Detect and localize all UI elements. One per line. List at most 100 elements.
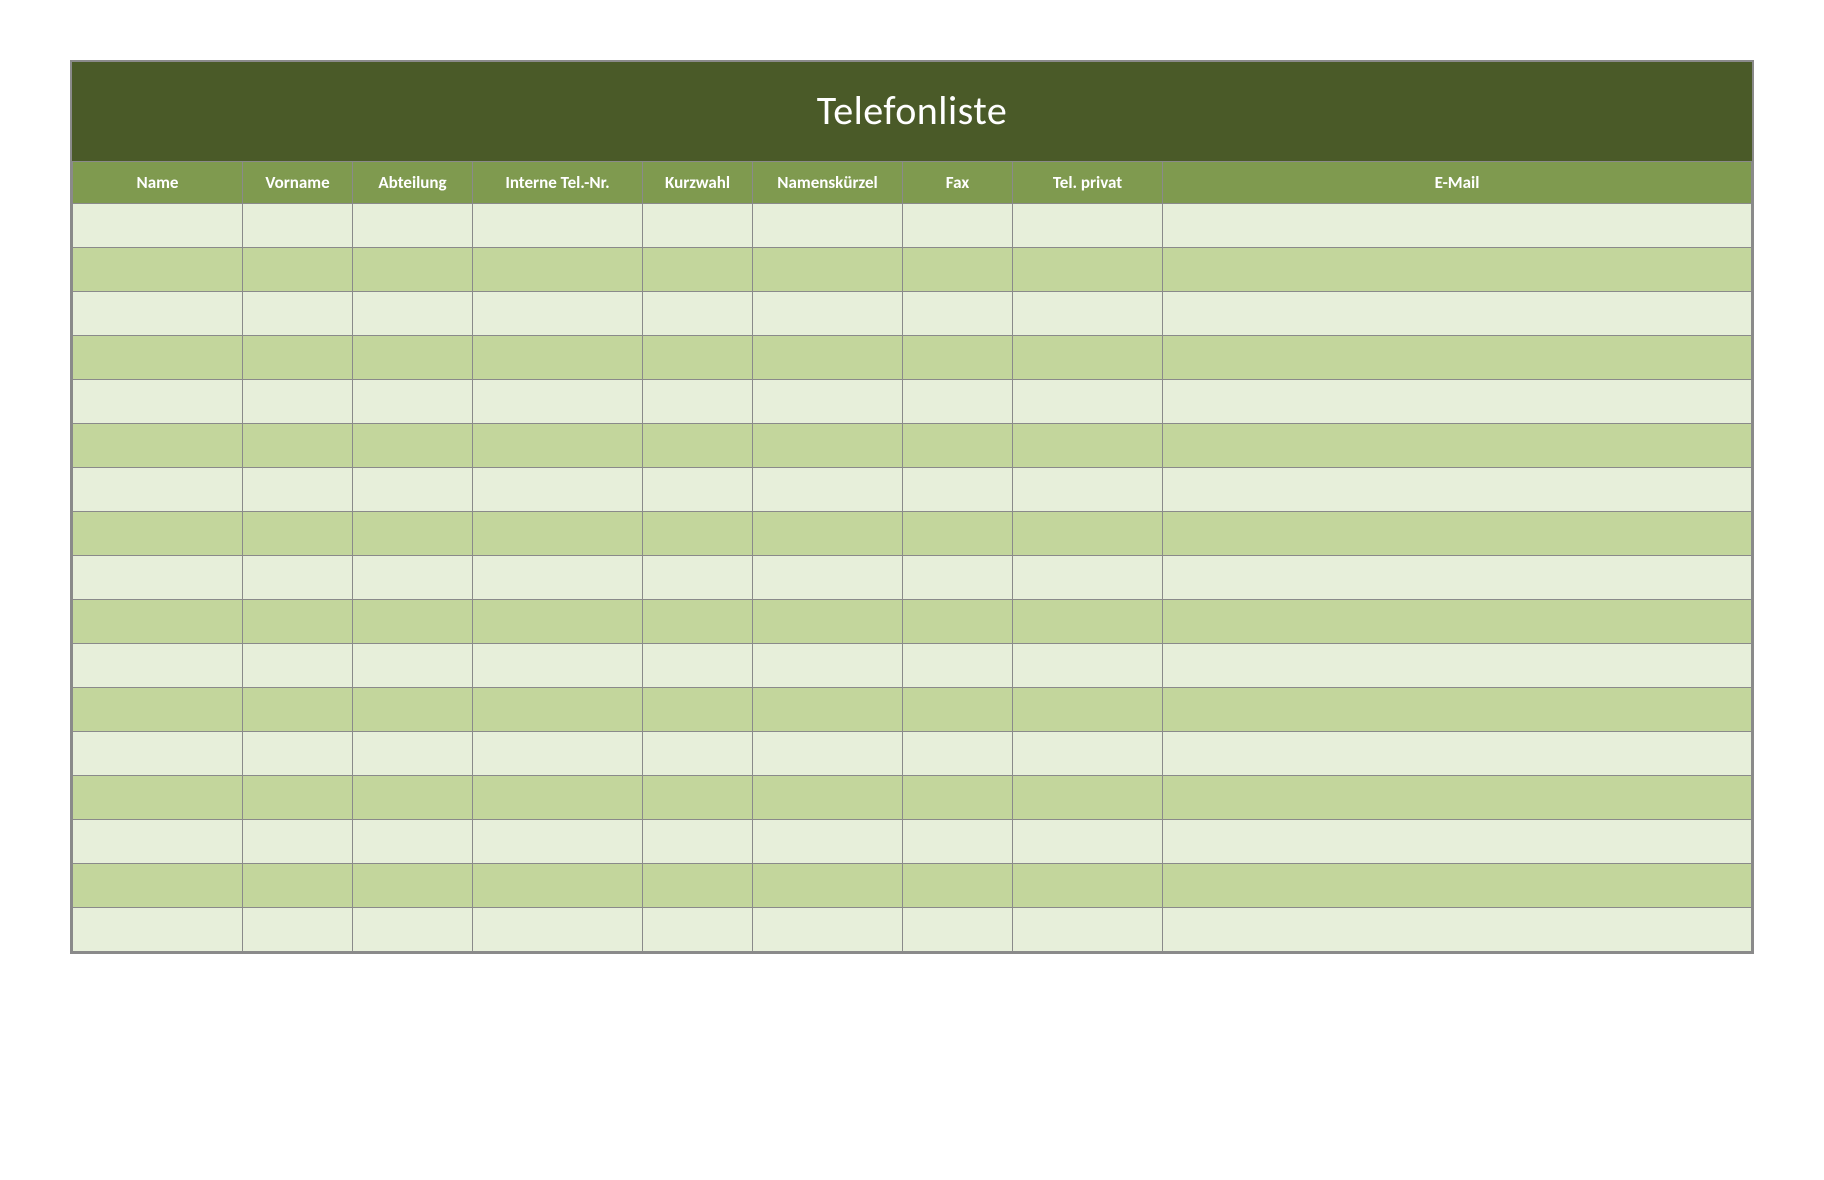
table-cell <box>903 380 1013 424</box>
table-cell <box>1163 556 1752 600</box>
table-cell <box>73 776 243 820</box>
table-cell <box>643 468 753 512</box>
table-cell <box>73 556 243 600</box>
table-cell <box>753 292 903 336</box>
col-header-namenskuerzel: Namenskürzel <box>753 162 903 204</box>
table-cell <box>243 336 353 380</box>
table-cell <box>903 336 1013 380</box>
table-cell <box>643 380 753 424</box>
table-cell <box>353 556 473 600</box>
table-cell <box>243 292 353 336</box>
table-cell <box>643 336 753 380</box>
table-cell <box>1013 204 1163 248</box>
table-cell <box>473 512 643 556</box>
table-cell <box>243 512 353 556</box>
table-cell <box>243 732 353 776</box>
table-cell <box>1163 600 1752 644</box>
table-cell <box>903 864 1013 908</box>
table-cell <box>1013 336 1163 380</box>
table-cell <box>903 688 1013 732</box>
table-cell <box>473 820 643 864</box>
table-cell <box>903 776 1013 820</box>
table-cell <box>643 204 753 248</box>
table-cell <box>1013 424 1163 468</box>
table-cell <box>1013 556 1163 600</box>
table-cell <box>473 380 643 424</box>
table-cell <box>243 776 353 820</box>
table-cell <box>73 380 243 424</box>
table-cell <box>473 864 643 908</box>
table-cell <box>1163 864 1752 908</box>
table-cell <box>753 600 903 644</box>
col-header-email: E-Mail <box>1163 162 1752 204</box>
table-cell <box>753 820 903 864</box>
table-cell <box>243 556 353 600</box>
table-cell <box>643 556 753 600</box>
col-header-vorname: Vorname <box>243 162 353 204</box>
table-cell <box>753 776 903 820</box>
table-cell <box>243 424 353 468</box>
table-cell <box>1163 820 1752 864</box>
table-cell <box>73 644 243 688</box>
table-cell <box>353 732 473 776</box>
table-cell <box>1013 732 1163 776</box>
table-cell <box>1013 248 1163 292</box>
table-cell <box>353 204 473 248</box>
table-cell <box>1163 292 1752 336</box>
col-header-tel-privat: Tel. privat <box>1013 162 1163 204</box>
table-cell <box>753 644 903 688</box>
table-cell <box>903 204 1013 248</box>
table-cell <box>243 644 353 688</box>
table-row <box>73 820 1752 864</box>
table-cell <box>643 908 753 952</box>
table-cell <box>1013 600 1163 644</box>
table-cell <box>473 732 643 776</box>
table-cell <box>903 292 1013 336</box>
table-row <box>73 248 1752 292</box>
table-cell <box>1163 512 1752 556</box>
table-cell <box>473 248 643 292</box>
table-cell <box>643 600 753 644</box>
table-cell <box>73 336 243 380</box>
table-cell <box>1163 468 1752 512</box>
table-title: Telefonliste <box>72 62 1752 161</box>
table-cell <box>1013 688 1163 732</box>
table-cell <box>1013 644 1163 688</box>
table-cell <box>643 292 753 336</box>
table-cell <box>643 776 753 820</box>
table-cell <box>1163 380 1752 424</box>
table-cell <box>1163 908 1752 952</box>
table-cell <box>473 776 643 820</box>
table-cell <box>1163 688 1752 732</box>
table-row <box>73 908 1752 952</box>
col-header-interne-tel: Interne Tel.-Nr. <box>473 162 643 204</box>
table-cell <box>73 688 243 732</box>
table-cell <box>473 600 643 644</box>
phone-list-table-container: Telefonliste Name Vorname Abteilung Inte… <box>70 60 1754 954</box>
table-cell <box>753 512 903 556</box>
table-cell <box>1163 204 1752 248</box>
table-row <box>73 776 1752 820</box>
table-cell <box>243 820 353 864</box>
table-cell <box>73 820 243 864</box>
table-cell <box>73 468 243 512</box>
table-cell <box>753 336 903 380</box>
table-row <box>73 600 1752 644</box>
table-cell <box>243 688 353 732</box>
table-cell <box>243 468 353 512</box>
table-cell <box>73 600 243 644</box>
table-cell <box>353 292 473 336</box>
table-cell <box>1163 732 1752 776</box>
table-cell <box>73 424 243 468</box>
table-cell <box>1163 248 1752 292</box>
table-cell <box>643 820 753 864</box>
table-cell <box>73 908 243 952</box>
col-header-abteilung: Abteilung <box>353 162 473 204</box>
table-cell <box>1013 908 1163 952</box>
table-body <box>73 204 1752 952</box>
table-cell <box>473 908 643 952</box>
table-cell <box>353 864 473 908</box>
table-row <box>73 380 1752 424</box>
table-cell <box>73 248 243 292</box>
table-cell <box>643 864 753 908</box>
